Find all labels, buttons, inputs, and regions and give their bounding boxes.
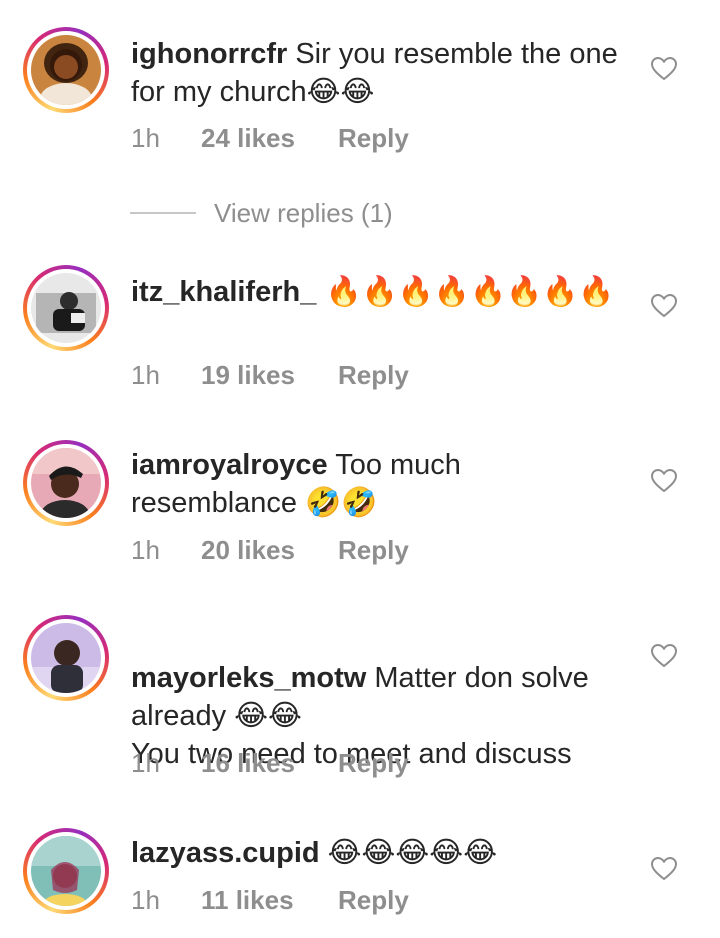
comment-likes[interactable]: 19 likes xyxy=(201,359,338,391)
heart-outline-icon[interactable] xyxy=(651,644,677,668)
heart-outline-icon[interactable] xyxy=(651,294,677,318)
avatar-image xyxy=(31,273,101,343)
comment-time: 1h xyxy=(131,748,160,778)
heart-outline-icon[interactable] xyxy=(651,469,677,493)
comment-likes[interactable]: 16 likes xyxy=(201,747,338,779)
avatar[interactable] xyxy=(23,27,109,113)
avatar[interactable] xyxy=(23,265,109,351)
comment-username[interactable]: itz_khaliferh_ xyxy=(131,276,316,308)
reply-button[interactable]: Reply xyxy=(338,747,409,779)
comment-username[interactable]: mayorleks_motw xyxy=(131,662,366,694)
reply-button[interactable]: Reply xyxy=(338,534,409,566)
comment-username[interactable]: ighonorrcfr xyxy=(131,38,287,70)
divider-line xyxy=(130,212,196,214)
comment-meta: 1h 24 likes Reply xyxy=(131,122,409,154)
view-replies-label[interactable]: View replies (1) xyxy=(214,198,393,228)
comment-likes[interactable]: 24 likes xyxy=(201,122,338,154)
reply-button[interactable]: Reply xyxy=(338,359,409,391)
comment-text: itz_khaliferh_ 🔥🔥🔥🔥🔥🔥🔥🔥 xyxy=(131,272,631,311)
comment-meta: 1h 19 likes Reply xyxy=(131,359,409,391)
comment-time: 1h xyxy=(131,360,160,390)
comment-time: 1h xyxy=(131,885,160,915)
comment-text: lazyass.cupid 😂😂😂😂😂 xyxy=(131,834,631,872)
comment-body: 😂😂😂😂😂 xyxy=(319,837,498,869)
comment-username[interactable]: lazyass.cupid xyxy=(131,837,320,869)
heart-outline-icon[interactable] xyxy=(651,57,677,81)
avatar-image xyxy=(31,448,101,518)
avatar-image xyxy=(31,623,101,693)
comment-username[interactable]: iamroyalroyce xyxy=(131,449,328,481)
comment-body: 🔥🔥🔥🔥🔥🔥🔥🔥 xyxy=(316,274,615,308)
comment-meta: 1h 16 likes Reply xyxy=(131,747,409,779)
comment-meta: 1h 11 likes Reply xyxy=(131,884,409,916)
heart-outline-icon[interactable] xyxy=(651,857,677,881)
comment-time: 1h xyxy=(131,123,160,153)
reply-button[interactable]: Reply xyxy=(338,884,409,916)
avatar-image xyxy=(31,35,101,105)
comment-time: 1h xyxy=(131,535,160,565)
avatar[interactable] xyxy=(23,615,109,701)
reply-button[interactable]: Reply xyxy=(338,122,409,154)
comment-text: iamroyalroyce Too much resemblance 🤣🤣 xyxy=(131,446,631,522)
comment-likes[interactable]: 20 likes xyxy=(201,534,338,566)
comment-likes[interactable]: 11 likes xyxy=(201,884,338,916)
avatar[interactable] xyxy=(23,828,109,914)
comment-meta: 1h 20 likes Reply xyxy=(131,534,409,566)
comment-text: ighonorrcfr Sir you resemble the one for… xyxy=(131,35,631,111)
avatar-image xyxy=(31,836,101,906)
avatar[interactable] xyxy=(23,440,109,526)
